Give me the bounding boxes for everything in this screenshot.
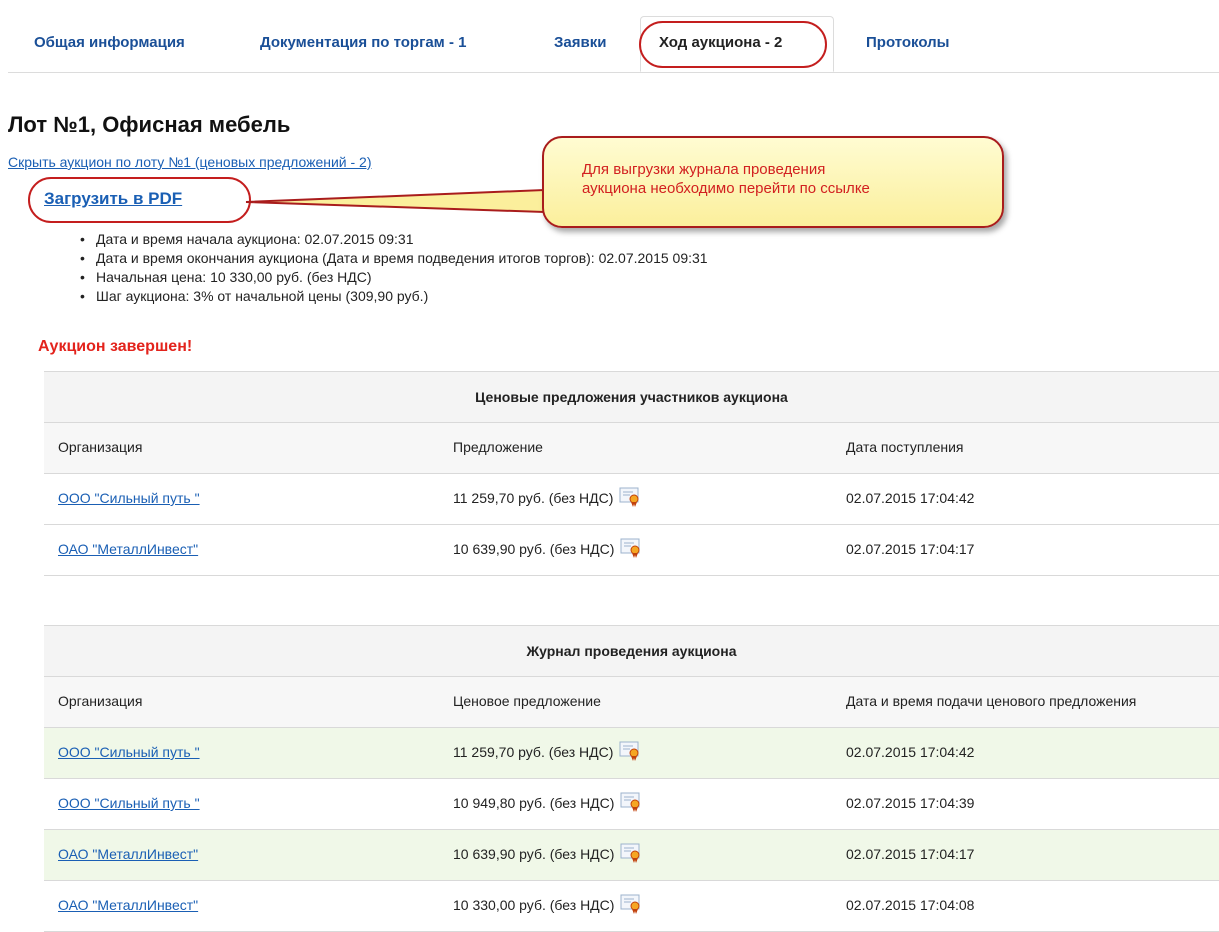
column-header: Организация [58,439,143,455]
organization-link[interactable]: ОАО "МеталлИнвест" [58,897,198,913]
page-title: Лот №1, Офисная мебель [8,112,291,137]
table-row: ОАО "МеталлИнвест" 10 330,00 руб. (без Н… [44,881,1219,932]
organization-link[interactable]: ООО "Сильный путь " [58,795,200,811]
column-header: Ценовое предложение [453,693,601,709]
date-cell: 02.07.2015 17:04:42 [846,744,975,760]
certificate-icon[interactable] [619,487,641,508]
date-cell: 02.07.2015 17:04:17 [846,846,975,862]
column-header: Предложение [453,439,543,455]
column-header: Организация [58,693,143,709]
certificate-icon[interactable] [620,843,642,864]
organization-link[interactable]: ООО "Сильный путь " [58,490,200,506]
table-header-row: Организация Ценовое предложение Дата и в… [44,677,1219,728]
callout-note: Для выгрузки журнала проведения аукциона… [542,136,1004,228]
auction-log-table: Журнал проведения аукциона Организация Ц… [44,625,1219,932]
offer-cell: 11 259,70 руб. (без НДС) [453,487,641,508]
detail-start-price: • Начальная цена: 10 330,00 руб. (без НДС… [80,269,372,285]
certificate-icon[interactable] [620,538,642,559]
date-cell: 02.07.2015 17:04:17 [846,541,975,557]
detail-step: • Шаг аукциона: 3% от начальной цены (309… [80,288,429,304]
column-header: Дата поступления [846,439,964,455]
pdf-link-highlight: Загрузить в PDF [28,177,251,223]
organization-link[interactable]: ОАО "МеталлИнвест" [58,541,198,557]
table-row: ОАО "МеталлИнвест" 10 639,90 руб. (без Н… [44,525,1219,576]
tab-auction-progress-label: Ход аукциона - 2 [659,34,783,51]
certificate-icon[interactable] [619,741,641,762]
organization-link[interactable]: ОАО "МеталлИнвест" [58,846,198,862]
offer-cell: 10 639,90 руб. (без НДС) [453,538,642,559]
tab-applications[interactable]: Заявки [554,34,606,51]
table-row: ООО "Сильный путь " 11 259,70 руб. (без … [44,728,1219,779]
bids-table: Ценовые предложения участников аукциона … [44,371,1219,576]
table-title: Ценовые предложения участников аукциона [44,372,1219,423]
tab-general-info[interactable]: Общая информация [34,34,185,51]
offer-cell: 10 330,00 руб. (без НДС) [453,894,642,915]
hide-auction-link[interactable]: Скрыть аукцион по лоту №1 (ценовых предл… [8,154,372,170]
auction-status: Аукцион завершен! [38,338,193,355]
column-header: Дата и время подачи ценового предложения [846,693,1137,709]
tab-auction-progress[interactable]: Ход аукциона - 2 [639,16,834,72]
date-cell: 02.07.2015 17:04:08 [846,897,975,913]
table-header-row: Организация Предложение Дата поступления [44,423,1219,474]
table-title: Журнал проведения аукциона [44,626,1219,677]
auction-details: • Дата и время начала аукциона: 02.07.201… [80,230,708,306]
tab-bar: Общая информация Документация по торгам … [8,0,1219,73]
detail-start-time: • Дата и время начала аукциона: 02.07.201… [80,231,414,247]
date-cell: 02.07.2015 17:04:42 [846,490,975,506]
table-row: ОАО "МеталлИнвест" 10 639,90 руб. (без Н… [44,830,1219,881]
offer-cell: 11 259,70 руб. (без НДС) [453,741,641,762]
detail-end-time: • Дата и время окончания аукциона (Дата и… [80,250,708,266]
table-row: ООО "Сильный путь " 11 259,70 руб. (без … [44,474,1219,525]
organization-link[interactable]: ООО "Сильный путь " [58,744,200,760]
tab-protocols[interactable]: Протоколы [866,34,949,51]
certificate-icon[interactable] [620,894,642,915]
offer-cell: 10 949,80 руб. (без НДС) [453,792,642,813]
download-pdf-link[interactable]: Загрузить в PDF [44,189,182,209]
callout-pointer [245,188,545,214]
tab-documentation[interactable]: Документация по торгам - 1 [260,34,466,51]
date-cell: 02.07.2015 17:04:39 [846,795,975,811]
offer-cell: 10 639,90 руб. (без НДС) [453,843,642,864]
callout-text: Для выгрузки журнала проведения аукциона… [582,161,870,197]
table-row: ООО "Сильный путь " 10 949,80 руб. (без … [44,779,1219,830]
certificate-icon[interactable] [620,792,642,813]
